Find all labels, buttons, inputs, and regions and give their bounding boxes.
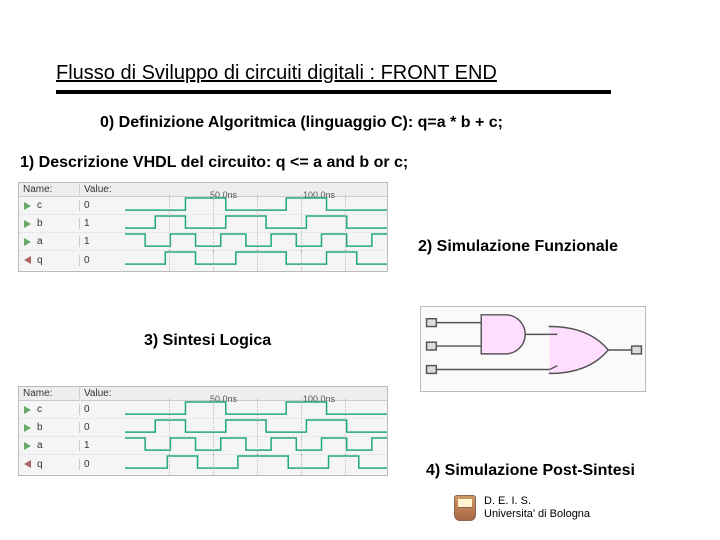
input-pin-icon <box>24 424 31 432</box>
step-3: 3) Sintesi Logica <box>144 332 271 350</box>
signal-name: a <box>35 236 79 247</box>
signal-name: q <box>35 459 79 470</box>
col-value: Value: <box>79 388 125 399</box>
footer-org: D. E. I. S. <box>484 495 590 508</box>
page-title: Flusso di Sviluppo di circuiti digitali … <box>56 62 497 85</box>
input-pin-icon <box>24 220 31 228</box>
signal-value: 0 <box>79 255 125 266</box>
signal-value: 1 <box>79 440 125 451</box>
signal-value: 0 <box>79 200 125 211</box>
title-underline <box>56 90 611 94</box>
logic-schematic <box>420 306 646 392</box>
col-name: Name: <box>19 388 79 399</box>
university-crest-icon <box>454 495 476 521</box>
input-pin-icon <box>24 202 31 210</box>
input-pin-icon <box>24 442 31 450</box>
output-pin-icon <box>24 460 31 468</box>
signal-value: 1 <box>79 236 125 247</box>
signal-value: 0 <box>79 459 125 470</box>
col-name: Name: <box>19 184 79 195</box>
col-value: Value: <box>79 184 125 195</box>
signal-name: b <box>35 422 79 433</box>
signal-row: q 0 <box>19 455 387 473</box>
input-pin-icon <box>24 406 31 414</box>
signal-row: q 0 <box>19 251 387 269</box>
signal-row: a 1 <box>19 437 387 455</box>
signal-value: 0 <box>79 404 125 415</box>
footer-institution: Universita' di Bologna <box>484 508 590 521</box>
signal-value: 0 <box>79 422 125 433</box>
signal-value: 1 <box>79 218 125 229</box>
waveform-functional: Name: Value: 50.0ns 100.0ns c 0 b 1 a 1 <box>18 182 388 272</box>
footer: D. E. I. S. Universita' di Bologna <box>454 495 590 521</box>
input-pin-icon <box>24 238 31 246</box>
step-0: 0) Definizione Algoritmica (linguaggio C… <box>100 114 503 132</box>
step-4: 4) Simulazione Post-Sintesi <box>426 462 635 480</box>
output-pin-icon <box>24 256 31 264</box>
step-2: 2) Simulazione Funzionale <box>418 238 618 256</box>
signal-name: b <box>35 218 79 229</box>
signal-row: a 1 <box>19 233 387 251</box>
signal-name: c <box>35 404 79 415</box>
signal-name: q <box>35 255 79 266</box>
signal-name: a <box>35 440 79 451</box>
signal-name: c <box>35 200 79 211</box>
step-1: 1) Descrizione VHDL del circuito: q <= a… <box>20 154 408 172</box>
waveform-postsynth: Name: Value: 50.0ns 100.0ns c 0 b 0 a 1 <box>18 386 388 476</box>
